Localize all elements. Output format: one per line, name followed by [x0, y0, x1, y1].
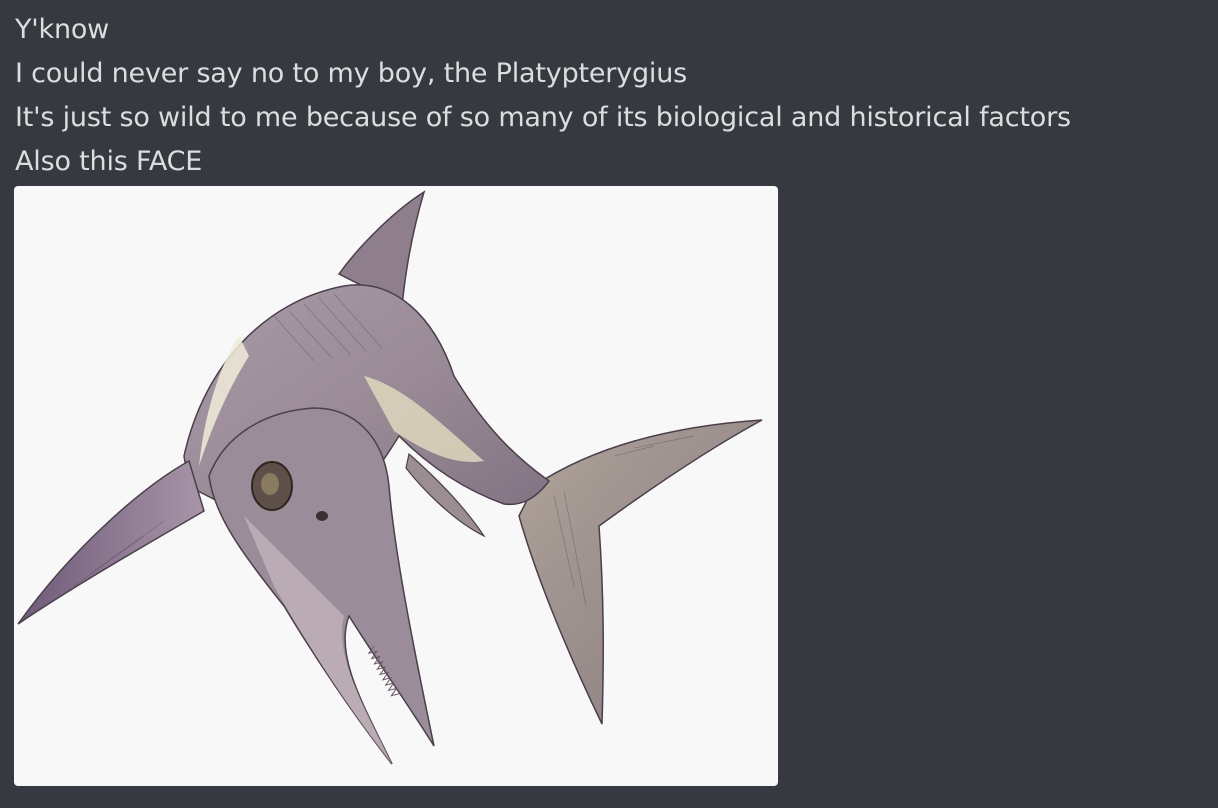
- nostril: [316, 511, 328, 521]
- message-line: I could never say no to my boy, the Plat…: [15, 58, 688, 89]
- message-line: Y'know: [15, 14, 110, 45]
- ichthyosaur-drawing: [17, 190, 763, 765]
- message-group: Y'know I could never say no to my boy, t…: [15, 8, 1071, 184]
- message-line: It's just so wild to me because of so ma…: [15, 102, 1071, 133]
- image-attachment[interactable]: [14, 186, 778, 786]
- head: [208, 407, 435, 765]
- message-line: Also this FACE: [15, 146, 203, 177]
- chat-view: Y'know I could never say no to my boy, t…: [0, 0, 1218, 808]
- tail-fin: [518, 419, 763, 725]
- front-flipper: [17, 459, 205, 625]
